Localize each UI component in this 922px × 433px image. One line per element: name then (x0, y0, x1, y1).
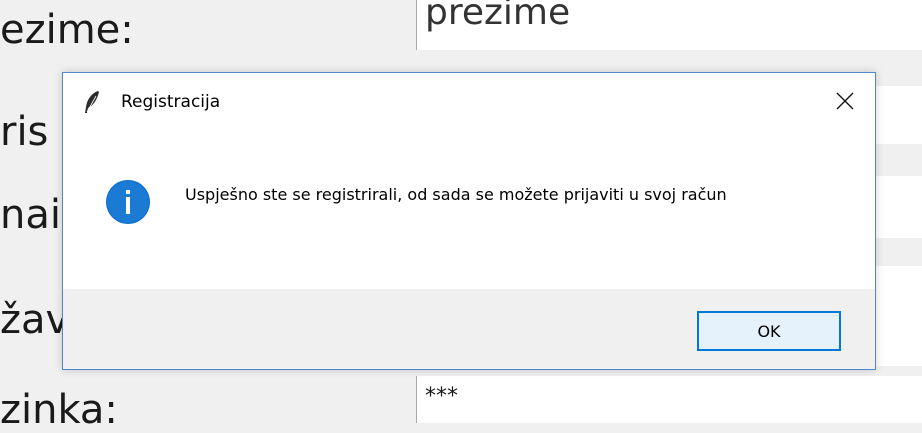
dialog-titlebar[interactable]: Registracija (63, 73, 875, 131)
label-email: nai (0, 192, 61, 238)
label-drzava: žav (0, 297, 70, 343)
message-dialog: Registracija Uspješno ste se registriral… (62, 72, 876, 370)
ok-button[interactable]: OK (697, 311, 841, 351)
dialog-message: Uspješno ste se registrirali, od sada se… (185, 185, 727, 204)
dialog-footer: OK (63, 289, 875, 369)
close-button[interactable] (827, 83, 863, 119)
lozinka-field-value: *** (425, 384, 458, 409)
label-prezime: ezime: (0, 7, 134, 53)
prezime-field[interactable]: prezime (416, 0, 922, 50)
close-icon (836, 92, 854, 110)
info-icon (105, 179, 151, 225)
dialog-title: Registracija (121, 92, 221, 112)
prezime-field-value: prezime (425, 0, 571, 33)
lozinka-field[interactable]: *** (416, 376, 922, 423)
label-korisnik: ris (0, 109, 49, 155)
dialog-content: Uspješno ste se registrirali, od sada se… (63, 131, 875, 289)
label-lozinka: zinka: (0, 387, 118, 433)
feather-icon (83, 90, 101, 114)
